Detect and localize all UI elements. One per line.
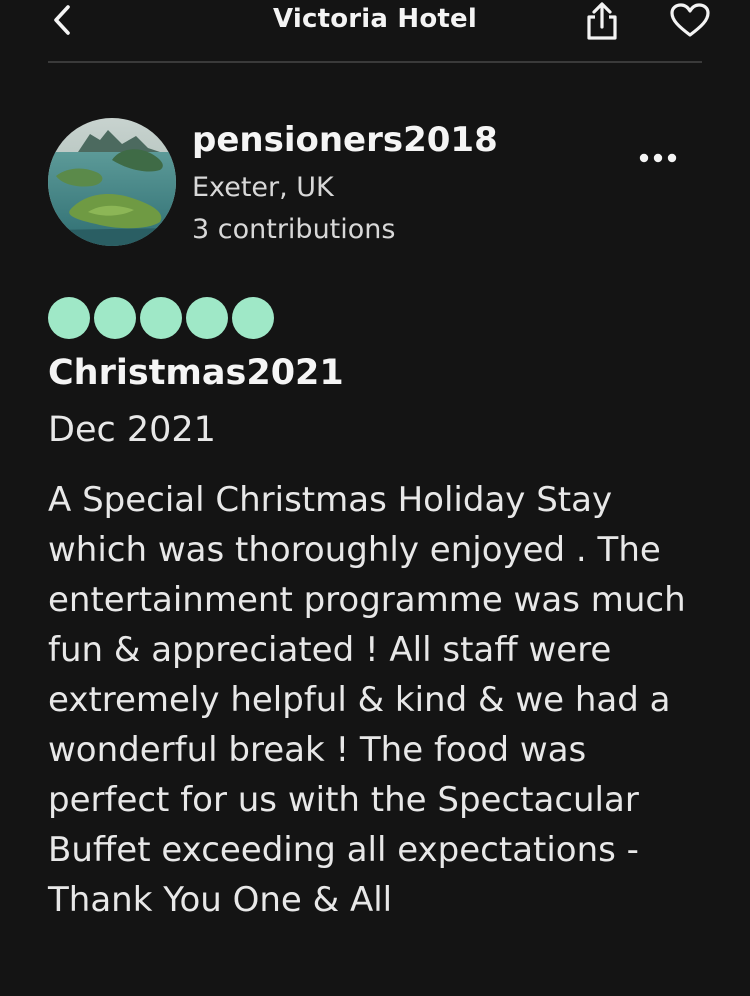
rating-bubble-icon [140,297,182,339]
save-button[interactable] [664,0,716,40]
reviewer-username[interactable]: pensioners2018 [192,120,498,160]
more-options-button[interactable] [634,140,682,176]
more-horizontal-icon [639,153,677,163]
reviewer-location: Exeter, UK [192,172,334,203]
avatar[interactable] [48,118,176,246]
heart-icon [670,3,710,37]
rating-bubble-icon [48,297,90,339]
header-divider [48,61,702,63]
island-landscape-photo [48,118,176,246]
reviewer-contributions: 3 contributions [192,214,396,245]
rating-bubble-icon [232,297,274,339]
rating-bubble-icon [186,297,228,339]
share-button[interactable] [578,0,626,42]
review-date: Dec 2021 [48,410,216,450]
rating-bubbles [48,297,274,340]
review-body: A Special Christmas Holiday Stay which w… [48,480,686,920]
top-bar: Victoria Hotel [0,0,750,62]
review-title: Christmas2021 [48,353,344,393]
rating-bubble-icon [94,297,136,339]
page-title: Victoria Hotel [272,4,477,34]
share-icon [587,2,617,40]
